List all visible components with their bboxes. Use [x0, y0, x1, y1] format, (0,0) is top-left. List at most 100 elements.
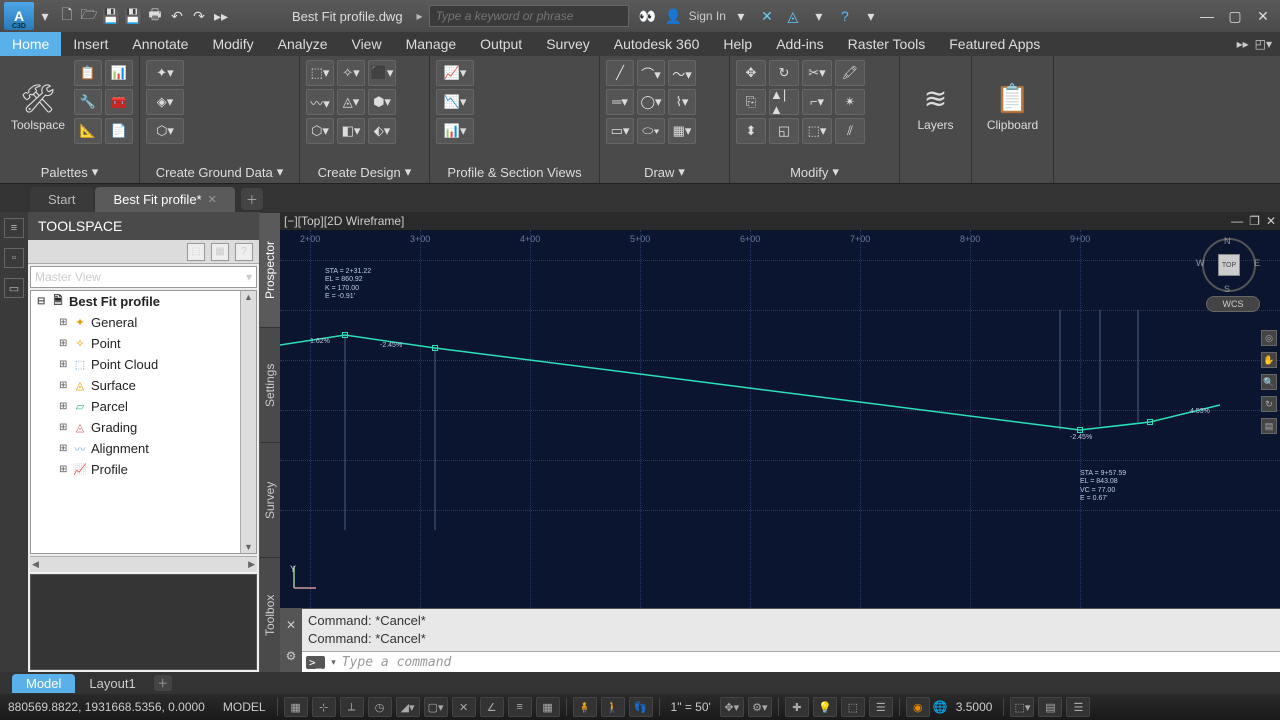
help-dropdown-icon[interactable]: ▾ [810, 7, 828, 25]
close-button[interactable]: ✕ [1250, 6, 1276, 26]
app-logo[interactable]: A [4, 2, 34, 30]
status-space[interactable]: MODEL [217, 700, 272, 714]
menu-overflow-icon[interactable]: ▸▸ [1237, 37, 1249, 51]
menu-output[interactable]: Output [468, 32, 534, 56]
qa-overflow-icon[interactable]: ▸▸ [212, 7, 230, 25]
rail-btn-3[interactable]: ▭ [4, 278, 24, 298]
status-hw-button[interactable]: 💡 [813, 697, 837, 717]
a360-icon[interactable]: ◬ [784, 7, 802, 25]
status-annoscale-button[interactable]: ✥▾ [720, 697, 744, 717]
nav-orbit[interactable]: ↻ [1261, 396, 1277, 412]
toolspace-view-select[interactable]: Master View▾ [30, 266, 257, 288]
tree-profile[interactable]: ⊞📈Profile [31, 459, 256, 480]
menu-autodesk360[interactable]: Autodesk 360 [602, 32, 712, 56]
pvi-marker[interactable] [432, 345, 438, 351]
palette-btn-3[interactable]: 🔧 [74, 89, 102, 115]
design-btn-8[interactable]: ◧▾ [337, 118, 365, 144]
cmd-config-icon[interactable]: ⚙ [286, 649, 297, 663]
mod-scale[interactable]: ◱ [769, 118, 799, 144]
mod-rotate[interactable]: ↻ [769, 60, 799, 86]
signin-label[interactable]: Sign In [689, 9, 726, 23]
draw-ellipse[interactable]: ⬭▾ [637, 118, 665, 144]
layout-add-button[interactable]: ＋ [154, 675, 172, 691]
design-btn-6[interactable]: ⬢▾ [368, 89, 396, 115]
traverse-btn[interactable]: ⬡▾ [146, 118, 184, 144]
palette-btn-5[interactable]: 📐 [74, 118, 102, 144]
mod-offset[interactable]: ⫽ [835, 118, 865, 144]
palette-btn-1[interactable]: 📋 [74, 60, 102, 86]
design-btn-9[interactable]: ⬖▾ [368, 118, 396, 144]
status-am-button[interactable]: ✚ [785, 697, 809, 717]
ribbon-state-icon[interactable]: ◰▾ [1255, 37, 1272, 51]
mod-copy[interactable]: ⎘ [736, 89, 766, 115]
points-btn[interactable]: ✦▾ [146, 60, 184, 86]
mod-stretch[interactable]: ⬍ [736, 118, 766, 144]
layout-tab-model[interactable]: Model [12, 674, 75, 693]
status-decimal[interactable]: 3.5000 [950, 700, 999, 714]
status-tr-button[interactable]: ▦ [536, 697, 560, 717]
menu-insert[interactable]: Insert [61, 32, 120, 56]
vp-close-icon[interactable]: ✕ [1266, 214, 1276, 228]
mod-array[interactable]: ⬚▾ [802, 118, 832, 144]
draw-spline[interactable]: ⌇▾ [668, 89, 696, 115]
mod-fillet[interactable]: ⌐▾ [802, 89, 832, 115]
tree-general[interactable]: ⊞✦General [31, 312, 256, 333]
mod-trim[interactable]: ✂▾ [802, 60, 832, 86]
nav-pan[interactable]: ✋ [1261, 352, 1277, 368]
status-filter-button[interactable]: ▤ [1038, 697, 1062, 717]
status-ds-button[interactable]: 👣 [629, 697, 653, 717]
redo-icon[interactable]: ↷ [190, 7, 208, 25]
tree-scrollbar[interactable] [240, 291, 256, 553]
add-tab-button[interactable]: ＋ [241, 188, 263, 210]
design-btn-3[interactable]: ⬛▾ [368, 60, 396, 86]
undo-icon[interactable]: ↶ [168, 7, 186, 25]
toolspace-tree[interactable]: ⊟🗎Best Fit profile ⊞✦General ⊞✧Point ⊞⬚P… [30, 290, 257, 554]
plot-icon[interactable]: 🖶 [146, 7, 164, 25]
help-icon[interactable]: ? [836, 7, 854, 25]
status-otrack-button[interactable]: ∠ [480, 697, 504, 717]
status-sel-button[interactable]: ⬚▾ [1010, 697, 1034, 717]
status-grid-button[interactable]: ▦ [284, 697, 308, 717]
menu-featuredapps[interactable]: Featured Apps [937, 32, 1052, 56]
panel-design-label[interactable]: Create Design ▾ [306, 161, 423, 183]
vtab-prospector[interactable]: Prospector [260, 212, 280, 327]
nav-show[interactable]: ▤ [1261, 418, 1277, 434]
pvi-marker[interactable] [1077, 427, 1083, 433]
nav-zoom[interactable]: 🔍 [1261, 374, 1277, 390]
status-ortho-button[interactable]: ⟂ [340, 697, 364, 717]
tree-parcel[interactable]: ⊞▱Parcel [31, 396, 256, 417]
surfaces-btn[interactable]: ◈▾ [146, 89, 184, 115]
mod-explode[interactable]: ✴ [835, 89, 865, 115]
mod-mirror[interactable]: ▲|▲ [769, 89, 799, 115]
draw-rect[interactable]: ▭▾ [606, 118, 634, 144]
viewport[interactable]: 2+00 3+00 4+00 5+00 6+00 7+00 8+00 9+00 … [280, 230, 1280, 608]
tree-alignment[interactable]: ⊞〰Alignment [31, 438, 256, 459]
pvi-marker[interactable] [342, 332, 348, 338]
menu-manage[interactable]: Manage [394, 32, 469, 56]
vtab-toolbox[interactable]: Toolbox [260, 557, 280, 672]
design-btn-7[interactable]: ⬡▾ [306, 118, 334, 144]
status-lw-button[interactable]: ≡ [508, 697, 532, 717]
palette-btn-6[interactable]: 📄 [105, 118, 133, 144]
layers-button[interactable]: ≋Layers [906, 60, 965, 150]
new-icon[interactable]: 🗋 [58, 7, 76, 25]
vtab-survey[interactable]: Survey [260, 442, 280, 557]
profileview-btn-1[interactable]: 📈▾ [436, 60, 474, 86]
status-cust-button[interactable]: ☰ [1066, 697, 1090, 717]
status-coords[interactable]: 880569.8822, 1931668.5356, 0.0000 [8, 700, 205, 714]
panel-modify-label[interactable]: Modify ▾ [736, 161, 893, 183]
cmd-dropdown-icon[interactable]: ▾ [331, 657, 336, 668]
tree-pointcloud[interactable]: ⊞⬚Point Cloud [31, 354, 256, 375]
menu-addins[interactable]: Add-ins [764, 32, 835, 56]
wcs-badge[interactable]: WCS [1206, 296, 1260, 312]
design-btn-1[interactable]: ⬚▾ [306, 60, 334, 86]
menu-view[interactable]: View [339, 32, 393, 56]
status-scale[interactable]: 1" = 50' [665, 700, 717, 714]
ts-help-button[interactable]: ? [235, 243, 253, 261]
draw-mline[interactable]: ═▾ [606, 89, 634, 115]
status-iso-button[interactable]: ◢▾ [396, 697, 420, 717]
tree-hscroll[interactable]: ◀▶ [30, 556, 257, 572]
tree-grading[interactable]: ⊞◬Grading [31, 417, 256, 438]
panel-ground-label[interactable]: Create Ground Data ▾ [146, 161, 293, 183]
panel-draw-label[interactable]: Draw ▾ [606, 161, 723, 183]
